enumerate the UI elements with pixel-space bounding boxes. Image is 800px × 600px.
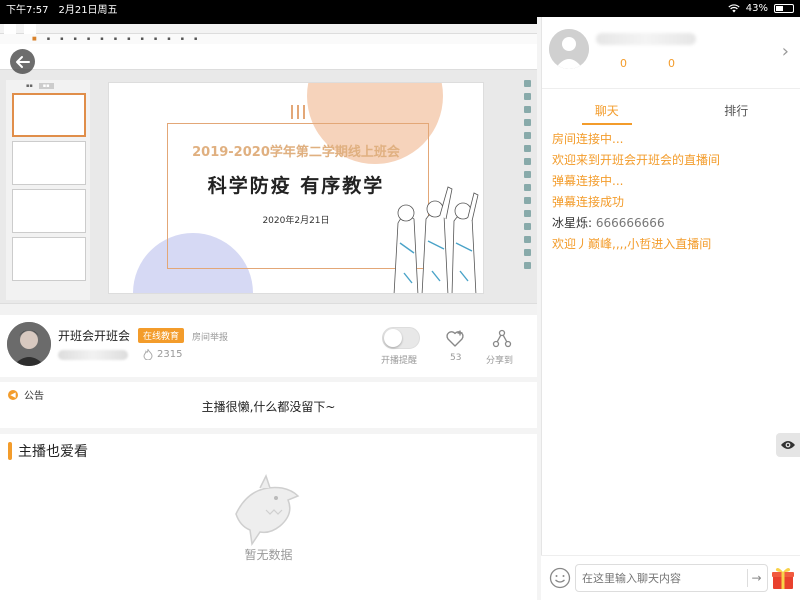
video-player[interactable]: ■ ▪ ▪ ▪ ▪ ▪ ▪ ▪ ▪ ▪ ▪ ▪ ▪ ▪▪ ▪▪ 2019-2020学年第二学期线上班会 科… bbox=[0, 17, 537, 315]
battery-icon bbox=[774, 4, 794, 13]
system-message: 弹幕连接中... bbox=[552, 174, 624, 188]
ppt-ribbon bbox=[0, 44, 537, 70]
viewer-count: 2315 bbox=[143, 349, 182, 360]
host-stat-2: 0 bbox=[668, 57, 675, 70]
chevron-right-icon[interactable]: › bbox=[782, 41, 789, 62]
status-date: 2月21日周五 bbox=[58, 5, 118, 16]
shared-screen-presentation: ■ ▪ ▪ ▪ ▪ ▪ ▪ ▪ ▪ ▪ ▪ ▪ ▪ ▪▪ ▪▪ 2019-2020学年第二学期线上班会 科… bbox=[0, 23, 537, 315]
emoji-icon[interactable] bbox=[549, 567, 571, 589]
current-slide: 2019-2020学年第二学期线上班会 科学防疫 有序教学 2020年2月21日 bbox=[108, 82, 484, 294]
system-message: 房间连接中... bbox=[552, 132, 624, 146]
eye-toggle-button[interactable] bbox=[776, 433, 800, 457]
battery-fill bbox=[776, 6, 783, 11]
medical-workers-illustration bbox=[393, 186, 479, 293]
category-tag[interactable]: 在线教育 bbox=[138, 328, 185, 343]
also-watches-header: 主播也爱看 bbox=[8, 441, 88, 461]
status-bar: 下午7:57 2月21日周五 43% bbox=[0, 0, 800, 17]
slide-title: 2019-2020学年第二学期线上班会 bbox=[192, 145, 400, 160]
slide-thumbnail bbox=[12, 189, 86, 233]
host-avatar[interactable] bbox=[549, 29, 589, 69]
ppt-titlebar bbox=[0, 23, 537, 34]
room-title: 开班会开班会 bbox=[58, 329, 131, 343]
user-message-sender: 冰星烁: bbox=[552, 216, 596, 230]
ppt-doc-tab bbox=[24, 23, 36, 34]
wifi-icon bbox=[728, 4, 740, 13]
host-stat-1: 0 bbox=[620, 57, 627, 70]
empty-state-text: 暂无数据 bbox=[244, 548, 293, 562]
announcement-text: 主播很懒,什么都没留下~ bbox=[201, 400, 336, 414]
slide-decor-bar bbox=[303, 105, 305, 119]
tab-ranking[interactable]: 排行 bbox=[672, 97, 800, 123]
slide-thumbnail bbox=[12, 141, 86, 185]
share-label: 分享到 bbox=[486, 356, 514, 366]
chat-input-bar: → bbox=[541, 555, 800, 600]
avatar-image bbox=[7, 322, 51, 366]
section-accent-bar bbox=[8, 442, 12, 460]
slide-thumbnail bbox=[12, 93, 86, 137]
chat-side-panel: 0 0 › 聊天 排行 房间连接中... 欢迎来到开班会开班会的直播间 弹幕连接… bbox=[541, 17, 800, 600]
ppt-slide-thumbnails: ▪▪ ▪▪ bbox=[6, 80, 90, 300]
ppt-statusbar bbox=[0, 303, 537, 315]
back-button[interactable] bbox=[10, 49, 35, 74]
ppt-doc-tab bbox=[4, 23, 16, 34]
tab-chat[interactable]: 聊天 bbox=[542, 97, 672, 125]
status-time: 下午7:57 bbox=[6, 5, 49, 16]
ppt-right-toolbar bbox=[521, 80, 533, 300]
toggle-knob bbox=[384, 329, 402, 347]
welcome-message: 欢迎丿巅峰,,,,小哲进入直播间 bbox=[552, 237, 712, 251]
live-remind-toggle[interactable] bbox=[382, 327, 420, 349]
viewer-count-value: 2315 bbox=[157, 349, 183, 360]
slide-decor-bar bbox=[297, 105, 299, 119]
share-icon[interactable] bbox=[492, 329, 512, 349]
gift-icon[interactable] bbox=[770, 565, 796, 591]
empty-shark-icon bbox=[235, 474, 300, 546]
report-room-link[interactable]: 房间举报 bbox=[192, 330, 228, 343]
chat-tabs: 聊天 排行 bbox=[542, 97, 800, 125]
room-info-bar: 开班会开班会 在线教育 房间举报 2315 开播提醒 53 分享到 bbox=[0, 315, 537, 377]
host-name-blurred bbox=[596, 33, 696, 45]
live-remind-label: 开播提醒 bbox=[381, 356, 418, 366]
host-also-watches-panel: 主播也爱看 暂无数据 bbox=[0, 434, 537, 600]
user-message: 冰星烁: 666666666 bbox=[552, 213, 797, 234]
host-id-blurred bbox=[58, 350, 128, 360]
host-card[interactable]: 0 0 › bbox=[542, 17, 800, 89]
like-count: 53 bbox=[450, 353, 462, 363]
send-arrow-icon[interactable]: → bbox=[747, 569, 765, 587]
battery-percent: 43% bbox=[745, 3, 768, 14]
heart-plus-icon[interactable] bbox=[445, 329, 465, 349]
announcement-panel: ◀ 公告 主播很懒,什么都没留下~ bbox=[0, 382, 537, 428]
system-message: 欢迎来到开班会开班会的直播间 bbox=[552, 153, 721, 167]
live-room-page: 下午7:57 2月21日周五 43% ■ ▪ ▪ ▪ ▪ ▪ ▪ ▪ ▪ ▪ ▪ ▪ ▪ bbox=[0, 0, 800, 600]
also-watches-title: 主播也爱看 bbox=[18, 444, 88, 460]
user-message-text: 666666666 bbox=[595, 216, 665, 230]
chat-message-list[interactable]: 房间连接中... 欢迎来到开班会开班会的直播间 弹幕连接中... 弹幕连接成功 … bbox=[552, 129, 797, 255]
slide-thumbnail bbox=[12, 237, 86, 281]
chat-input[interactable] bbox=[575, 564, 768, 592]
arrow-left-icon bbox=[15, 55, 30, 68]
flame-icon bbox=[143, 349, 153, 360]
room-avatar[interactable] bbox=[7, 322, 51, 366]
slide-decor-bar bbox=[291, 105, 293, 119]
default-user-icon bbox=[549, 29, 589, 69]
eye-icon bbox=[781, 441, 795, 449]
ppt-ribbon-tabs: ■ ▪ ▪ ▪ ▪ ▪ ▪ ▪ ▪ ▪ ▪ ▪ ▪ bbox=[0, 34, 537, 44]
system-message: 弹幕连接成功 bbox=[552, 195, 625, 209]
